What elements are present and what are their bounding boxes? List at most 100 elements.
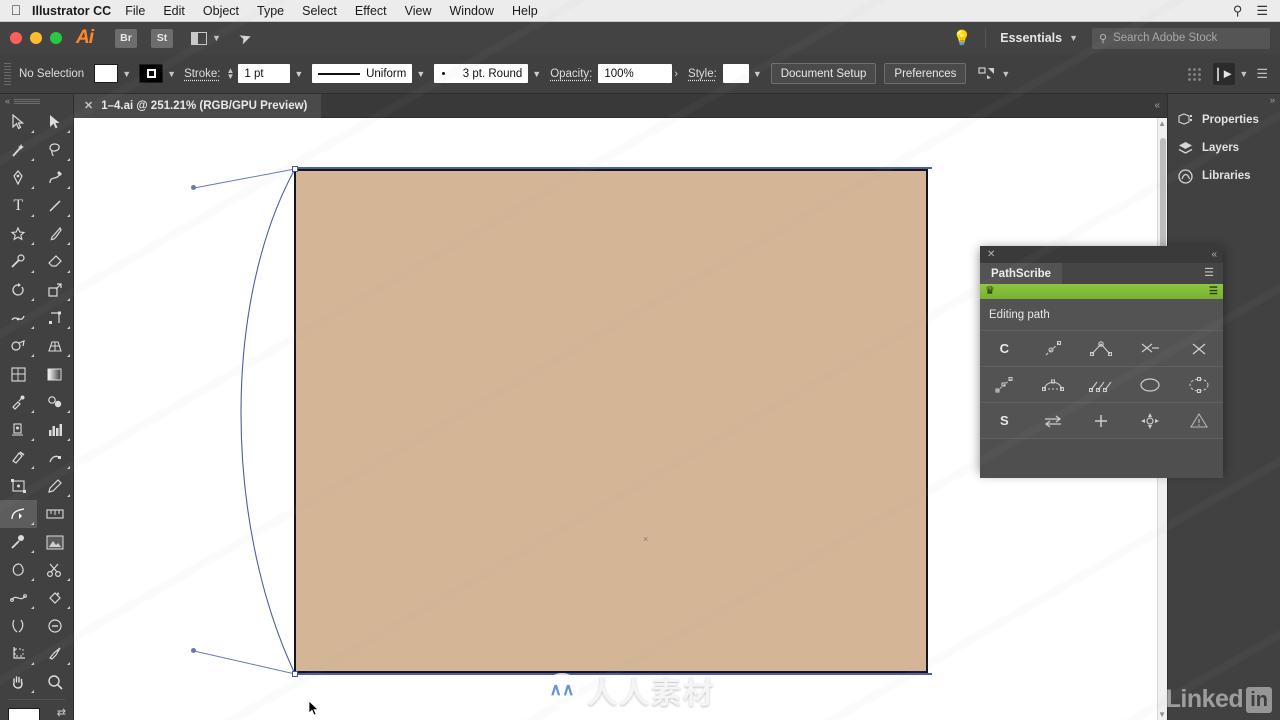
lasso-tool[interactable] [37, 136, 74, 164]
lightbulb-icon[interactable]: 💡 [939, 29, 986, 47]
close-icon[interactable]: ✕ [987, 249, 995, 260]
chevron-down-icon[interactable]: ▼ [1239, 69, 1248, 79]
image-tool[interactable] [37, 528, 74, 556]
stroke-weight-stepper[interactable]: ▲ ▼ [227, 66, 235, 80]
column-graph-tool[interactable] [37, 416, 74, 444]
magic-wand-tool[interactable] [0, 136, 37, 164]
circle-points-icon[interactable] [1174, 366, 1223, 402]
sidebar-item-properties[interactable]: Properties [1168, 106, 1280, 134]
chevron-down-icon[interactable]: ▼ [532, 69, 541, 79]
close-icon[interactable]: ✕ [84, 99, 93, 112]
brush-definition-select[interactable]: 3 pt. Round [434, 64, 529, 83]
pathscribe-license-bar[interactable]: ♛ ☰ [980, 284, 1223, 299]
sidebar-item-layers[interactable]: Layers [1168, 134, 1280, 162]
close-path-icon[interactable] [1125, 366, 1175, 402]
line-segment-tool[interactable] [37, 192, 74, 220]
anchor-point-bottom[interactable] [292, 671, 298, 677]
chevron-down-icon[interactable]: ▼ [416, 69, 425, 79]
stroke-profile-select[interactable]: Uniform [312, 64, 413, 83]
delete-segment-icon[interactable] [1174, 330, 1223, 366]
paint-bucket-tool[interactable] [37, 584, 74, 612]
menu-help[interactable]: Help [512, 4, 538, 18]
perspective-grid-tool[interactable] [37, 332, 74, 360]
width-tool[interactable] [0, 304, 37, 332]
graphic-style-swatch[interactable] [722, 64, 749, 83]
mac-app-name[interactable]: Illustrator CC [32, 4, 111, 18]
close-window-button[interactable] [10, 32, 22, 44]
opacity-options-icon[interactable]: › [674, 68, 678, 80]
search-icon[interactable]: ⚲ [1233, 3, 1243, 19]
control-handle-bottom[interactable] [191, 648, 196, 653]
pathscribe-titlebar[interactable]: ✕ « [980, 246, 1223, 263]
eyedropper-tool[interactable] [0, 388, 37, 416]
swap-fill-stroke-icon[interactable]: ⇄ [57, 706, 66, 719]
fill-color-swatch[interactable] [8, 708, 40, 720]
rotate-tool[interactable] [0, 276, 37, 304]
menu-type[interactable]: Type [257, 4, 284, 18]
menu-view[interactable]: View [405, 4, 432, 18]
menu-file[interactable]: File [125, 4, 145, 18]
anchor-point-top[interactable] [292, 166, 298, 172]
perspective-selection-tool[interactable] [37, 444, 74, 472]
zoom-out-tool[interactable] [37, 612, 74, 640]
opacity-label[interactable]: Opacity: [550, 68, 592, 80]
puppet-warp-tool[interactable] [0, 612, 37, 640]
stock-search-input[interactable]: ⚲ Search Adobe Stock [1092, 27, 1270, 49]
stroke-swatch[interactable] [139, 64, 164, 83]
join-corner-icon[interactable] [1077, 330, 1126, 366]
paintbrush-tool[interactable] [37, 220, 74, 248]
control-bar-grip[interactable] [4, 62, 11, 85]
scroll-up-icon[interactable]: ▲ [1158, 119, 1166, 128]
stroke-label[interactable]: Stroke: [184, 68, 220, 80]
scale-tool[interactable] [37, 276, 74, 304]
dock-collapse-handle[interactable]: » [1168, 94, 1280, 106]
split-path-icon[interactable] [1028, 330, 1078, 366]
control-handle-top[interactable] [191, 185, 196, 190]
rocket-icon[interactable]: ➤ [236, 27, 255, 48]
slice-tool[interactable] [0, 444, 37, 472]
smooth-tool[interactable] [0, 584, 37, 612]
preferences-button[interactable]: Preferences [884, 63, 967, 84]
bridge-button[interactable]: Br [115, 28, 137, 48]
warning-icon[interactable] [1174, 402, 1223, 438]
blob-brush-tool[interactable] [0, 556, 37, 584]
maximize-window-button[interactable] [50, 32, 62, 44]
menu-window[interactable]: Window [450, 4, 494, 18]
opacity-input[interactable]: 100% [598, 64, 673, 83]
style-label[interactable]: Style: [688, 68, 717, 80]
toolbar-collapse-handle[interactable]: « [0, 94, 73, 108]
menu-edit[interactable]: Edit [163, 4, 185, 18]
add-point-icon[interactable] [1077, 402, 1126, 438]
smooth-button[interactable]: S [980, 402, 1029, 438]
tab-pathscribe[interactable]: PathScribe [980, 263, 1063, 284]
collapse-icon[interactable]: « [1154, 100, 1167, 111]
hand-tool[interactable] [0, 668, 37, 696]
selection-tool[interactable] [0, 108, 37, 136]
menu-effect[interactable]: Effect [355, 4, 387, 18]
reverse-path-icon[interactable] [1028, 402, 1078, 438]
fill-swatch-group[interactable]: ▼ [94, 64, 131, 83]
shaper-tool[interactable] [0, 248, 37, 276]
minimize-window-button[interactable] [30, 32, 42, 44]
arrange-documents-icon[interactable]: ▼ [191, 31, 221, 45]
fill-swatch[interactable] [94, 64, 119, 83]
knife-tool[interactable] [37, 640, 74, 668]
chevron-down-icon[interactable]: ▼ [294, 69, 303, 79]
green-menu-icon[interactable]: ☰ [1209, 286, 1218, 297]
stock-button[interactable]: St [151, 28, 173, 48]
stroke-swatch-group[interactable]: ▼ [139, 64, 176, 83]
move-point-icon[interactable] [1125, 402, 1175, 438]
crop-tool[interactable] [0, 640, 37, 668]
type-tool[interactable]: T [0, 192, 37, 220]
panel-layout-icon[interactable]: ∣► [1213, 62, 1236, 85]
list-options-icon[interactable]: ☰ [1256, 66, 1268, 82]
cut-path-icon[interactable] [1125, 330, 1175, 366]
pencil-tool[interactable] [37, 472, 74, 500]
menu-object[interactable]: Object [203, 4, 239, 18]
panel-menu-icon[interactable]: ☰ [1204, 268, 1223, 279]
align-objects-icon[interactable]: ▼ [978, 66, 1010, 81]
mesh-tool[interactable] [0, 360, 37, 388]
chevron-down-icon[interactable]: ▼ [167, 69, 176, 79]
add-anchor-icon[interactable] [980, 366, 1029, 402]
artboard-tool[interactable] [0, 472, 37, 500]
